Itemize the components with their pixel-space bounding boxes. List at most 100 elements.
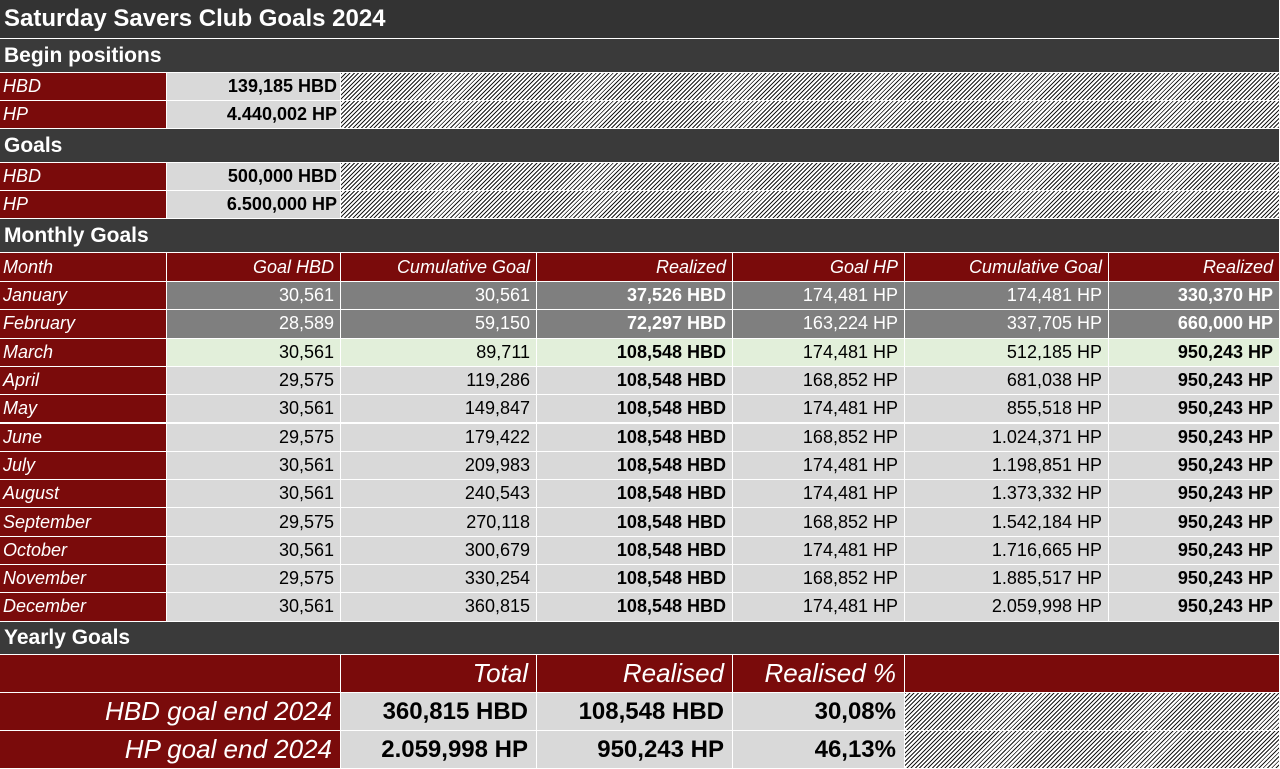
month-cell[interactable]: October [0,536,167,565]
month-cell[interactable]: June [0,423,167,452]
realized-hbd-cell[interactable]: 108,548 HBD [537,423,733,452]
month-cell[interactable]: August [0,480,167,509]
yearly-header-total[interactable]: Total [341,655,537,693]
cumulative-hp-cell[interactable]: 174,481 HP [905,282,1109,311]
col-header-realized-hbd[interactable]: Realized [537,253,733,282]
goal-hp-value[interactable]: 6.500,000 HP [167,191,341,219]
col-header-cumulative-hbd[interactable]: Cumulative Goal [341,253,537,282]
realized-hbd-cell[interactable]: 72,297 HBD [537,310,733,339]
goal-hp-cell[interactable]: 174,481 HP [733,395,905,424]
realized-hbd-cell[interactable]: 108,548 HBD [537,536,733,565]
yearly-hbd-total[interactable]: 360,815 HBD [341,693,537,731]
realized-hbd-cell[interactable]: 108,548 HBD [537,451,733,481]
month-cell[interactable]: November [0,565,167,594]
cumulative-hbd-cell[interactable]: 59,150 [341,310,537,339]
section-begin-positions[interactable]: Begin positions [0,39,1280,73]
realized-hp-cell[interactable]: 950,243 HP [1109,536,1280,565]
goal-hbd-cell[interactable]: 29,575 [167,423,341,452]
realized-hp-cell[interactable]: 950,243 HP [1109,508,1280,537]
yearly-hbd-realised[interactable]: 108,548 HBD [537,693,733,731]
goal-hbd-cell[interactable]: 30,561 [167,593,341,622]
realized-hp-cell[interactable]: 950,243 HP [1109,593,1280,622]
yearly-header-realised[interactable]: Realised [537,655,733,693]
realized-hp-cell[interactable]: 950,243 HP [1109,366,1280,396]
goal-hp-cell[interactable]: 174,481 HP [733,451,905,481]
month-cell[interactable]: May [0,395,167,424]
goal-hbd-cell[interactable]: 30,561 [167,480,341,509]
goal-hbd-cell[interactable]: 30,561 [167,536,341,565]
realized-hp-cell[interactable]: 950,243 HP [1109,451,1280,481]
cumulative-hbd-cell[interactable]: 119,286 [341,366,537,396]
realized-hp-cell[interactable]: 950,243 HP [1109,338,1280,367]
cumulative-hbd-cell[interactable]: 360,815 [341,593,537,622]
cumulative-hbd-cell[interactable]: 240,543 [341,480,537,509]
col-header-goal-hp[interactable]: Goal HP [733,253,905,282]
cumulative-hp-cell[interactable]: 681,038 HP [905,366,1109,396]
goal-hbd-cell[interactable]: 30,561 [167,395,341,424]
goal-hbd-cell[interactable]: 28,589 [167,310,341,339]
month-cell[interactable]: July [0,451,167,481]
goal-hbd-cell[interactable]: 29,575 [167,565,341,594]
month-cell[interactable]: March [0,338,167,367]
col-header-realized-hp[interactable]: Realized [1109,253,1280,282]
section-goals[interactable]: Goals [0,129,1280,163]
cumulative-hbd-cell[interactable]: 89,711 [341,338,537,367]
goal-hp-cell[interactable]: 168,852 HP [733,423,905,452]
goal-hp-cell[interactable]: 168,852 HP [733,508,905,537]
month-cell[interactable]: December [0,593,167,622]
goal-hp-cell[interactable]: 174,481 HP [733,536,905,565]
goal-hp-cell[interactable]: 174,481 HP [733,338,905,367]
cumulative-hbd-cell[interactable]: 330,254 [341,565,537,594]
realized-hbd-cell[interactable]: 37,526 HBD [537,282,733,311]
realized-hbd-cell[interactable]: 108,548 HBD [537,480,733,509]
cumulative-hp-cell[interactable]: 1.198,851 HP [905,451,1109,481]
realized-hp-cell[interactable]: 330,370 HP [1109,282,1280,311]
cumulative-hp-cell[interactable]: 337,705 HP [905,310,1109,339]
cumulative-hbd-cell[interactable]: 149,847 [341,395,537,424]
realized-hp-cell[interactable]: 950,243 HP [1109,423,1280,452]
goal-hp-cell[interactable]: 174,481 HP [733,480,905,509]
yearly-hp-realised[interactable]: 950,243 HP [537,731,733,769]
yearly-hp-total[interactable]: 2.059,998 HP [341,731,537,769]
realized-hbd-cell[interactable]: 108,548 HBD [537,395,733,424]
goal-hp-label[interactable]: HP [0,191,167,219]
col-header-goal-hbd[interactable]: Goal HBD [167,253,341,282]
cumulative-hp-cell[interactable]: 1.373,332 HP [905,480,1109,509]
cumulative-hbd-cell[interactable]: 30,561 [341,282,537,311]
yearly-hp-pct[interactable]: 46,13% [733,731,905,769]
month-cell[interactable]: September [0,508,167,537]
realized-hbd-cell[interactable]: 108,548 HBD [537,508,733,537]
cumulative-hp-cell[interactable]: 512,185 HP [905,338,1109,367]
cumulative-hp-cell[interactable]: 1.716,665 HP [905,536,1109,565]
goal-hbd-value[interactable]: 500,000 HBD [167,163,341,191]
yearly-hbd-pct[interactable]: 30,08% [733,693,905,731]
begin-hbd-label[interactable]: HBD [0,73,167,101]
col-header-cumulative-hp[interactable]: Cumulative Goal [905,253,1109,282]
goal-hbd-cell[interactable]: 30,561 [167,338,341,367]
begin-hbd-value[interactable]: 139,185 HBD [167,73,341,101]
cumulative-hbd-cell[interactable]: 209,983 [341,451,537,481]
cumulative-hbd-cell[interactable]: 270,118 [341,508,537,537]
cumulative-hp-cell[interactable]: 1.542,184 HP [905,508,1109,537]
realized-hp-cell[interactable]: 950,243 HP [1109,395,1280,424]
col-header-month[interactable]: Month [0,253,167,282]
goal-hbd-cell[interactable]: 30,561 [167,282,341,311]
cumulative-hbd-cell[interactable]: 300,679 [341,536,537,565]
realized-hbd-cell[interactable]: 108,548 HBD [537,565,733,594]
sheet-title[interactable]: Saturday Savers Club Goals 2024 [0,0,1280,39]
cumulative-hp-cell[interactable]: 1.885,517 HP [905,565,1109,594]
begin-hp-value[interactable]: 4.440,002 HP [167,101,341,129]
cumulative-hp-cell[interactable]: 855,518 HP [905,395,1109,424]
month-cell[interactable]: January [0,282,167,311]
yearly-hp-label[interactable]: HP goal end 2024 [0,731,341,769]
goal-hbd-cell[interactable]: 29,575 [167,366,341,396]
goal-hp-cell[interactable]: 174,481 HP [733,282,905,311]
section-yearly-goals[interactable]: Yearly Goals [0,622,1280,655]
realized-hp-cell[interactable]: 660,000 HP [1109,310,1280,339]
cumulative-hp-cell[interactable]: 1.024,371 HP [905,423,1109,452]
goal-hbd-label[interactable]: HBD [0,163,167,191]
cumulative-hp-cell[interactable]: 2.059,998 HP [905,593,1109,622]
begin-hp-label[interactable]: HP [0,101,167,129]
goal-hp-cell[interactable]: 168,852 HP [733,366,905,396]
goal-hbd-cell[interactable]: 30,561 [167,451,341,481]
